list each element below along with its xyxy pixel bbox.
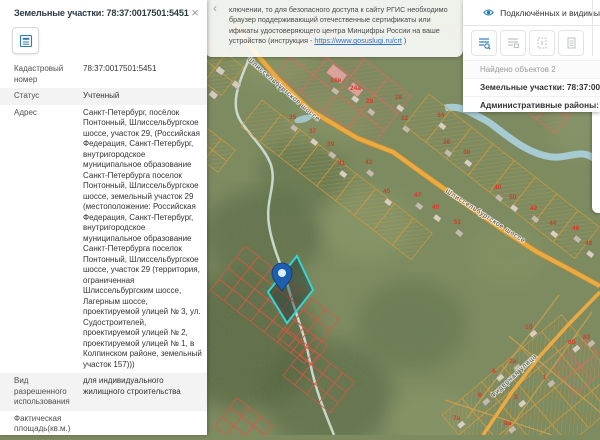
search-in-list-button[interactable] (471, 30, 497, 56)
field-label: Статус (0, 91, 83, 102)
card-icon (19, 34, 33, 48)
close-icon[interactable]: × (188, 6, 202, 20)
field-label: Вид разрешенного использования (0, 376, 83, 408)
extent-select-button[interactable] (529, 30, 555, 56)
parcel-number: 7а (453, 415, 461, 422)
panel-divider (592, 0, 593, 56)
certificate-notice: ‹ ключении, то для безопасного доступа к… (205, 0, 463, 57)
field-label: Адрес (0, 108, 83, 371)
parcel-number: 2а (509, 358, 517, 365)
field-row: СтатусУчтенный (0, 88, 207, 105)
list-search-icon (477, 36, 491, 50)
parcel-number: 47 (414, 192, 422, 199)
parcel-number: 48 (585, 240, 593, 247)
parcel-number: 46 (572, 225, 580, 232)
scope-label: Подключённых и видимы (500, 8, 600, 18)
parcel-number: 43 (365, 159, 373, 166)
parcel-number: 8 (478, 392, 482, 399)
parcel-number: 37 (309, 128, 317, 135)
result-item[interactable]: Административные районы: Колп (463, 97, 600, 112)
parcel-number: 24а (350, 85, 361, 92)
parcel-number: 6 (492, 368, 496, 375)
parcel-number: 36 (443, 139, 451, 146)
parcel-number: 40 (494, 184, 502, 191)
parcel-number: 28 (395, 94, 403, 101)
field-row: Вид разрешенного использованиядля индиви… (0, 373, 207, 411)
parcel-number: 45 (383, 188, 391, 195)
results-toolbar (463, 26, 600, 61)
parcel-number: 34 (437, 112, 445, 119)
field-row: АдресСанкт-Петербург, посёлок Понтонный,… (0, 105, 207, 374)
field-value: Санкт-Петербург, посёлок Понтонный, Шлис… (83, 108, 207, 371)
field-value: для индивидуального жилищного строительс… (83, 376, 207, 408)
notice-line: ключении, то для безопасного доступа к с… (229, 5, 457, 15)
frame-icon (535, 36, 549, 50)
notice-line: ификаты удостоверяющего центра Минцифры … (229, 26, 457, 36)
parcel-number: 83 (583, 334, 591, 341)
result-item[interactable]: Земельные участки: 78:37:00175 (463, 79, 600, 97)
gosuslugi-link[interactable]: https://www.gosuslugi.ru/crt (314, 36, 401, 45)
parcel-number: 3 (514, 394, 518, 401)
result-groups: Земельные участки: 78:37:00175Администра… (463, 79, 600, 112)
parcel-number: 41 (338, 160, 346, 167)
parcel-number: 51 (454, 219, 462, 226)
parcel-number: 50 (509, 194, 517, 201)
layer-scope-dropdown[interactable]: Подключённых и видимы (463, 0, 600, 26)
list-settings-button[interactable] (500, 30, 526, 56)
parcel-number: 32 (401, 115, 409, 122)
list-icon (506, 36, 520, 50)
object-card-button[interactable] (12, 27, 39, 54)
field-value: Учтенный (83, 91, 207, 102)
search-results-panel: Подключённых и видимы (463, 0, 600, 112)
field-value: 78:37:0017501:5451 (83, 64, 207, 85)
document-icon (564, 36, 578, 50)
field-row: Кадастровый номер78:37:0017501:5451 (0, 61, 207, 88)
parcel-number: 35 (289, 114, 297, 121)
field-row: Фактическая площадь(кв.м.) (0, 411, 207, 436)
collapse-panel-button[interactable]: ‹ (213, 3, 217, 13)
field-label: Фактическая площадь(кв.м.) (0, 414, 83, 435)
eye-icon (483, 8, 494, 17)
parcel-number: 26 (366, 98, 374, 105)
field-value (83, 414, 207, 435)
parcel-number: 49 (432, 204, 440, 211)
found-objects-count: Найдено объектов 2 (463, 61, 600, 79)
panel-title: Земельные участки: 78:37:0017501:5451 (0, 0, 207, 18)
object-attributes-panel: Земельные участки: 78:37:0017501:5451 × … (0, 0, 207, 435)
parcel-number: 1б (525, 323, 533, 331)
field-label: Кадастровый номер (0, 64, 83, 85)
parcel-number: 38 (463, 149, 471, 156)
notice-line: браузер поддерживающий отечественные сер… (229, 15, 457, 25)
parcel-number: 44 (549, 220, 557, 227)
parcel-number: 85 (568, 339, 576, 346)
notice-line: устройство (инструкция - https://www.gos… (229, 36, 457, 46)
parcel-number: 1 (543, 374, 547, 381)
attribute-fields: Кадастровый номер78:37:0017501:5451Стату… (0, 61, 207, 435)
parcel-number: 42 (530, 205, 538, 212)
parcel-number: 8а (504, 420, 512, 427)
parcel-number: 39 (327, 141, 335, 148)
parcel-number: 14в (330, 77, 341, 84)
report-button[interactable] (558, 30, 584, 56)
